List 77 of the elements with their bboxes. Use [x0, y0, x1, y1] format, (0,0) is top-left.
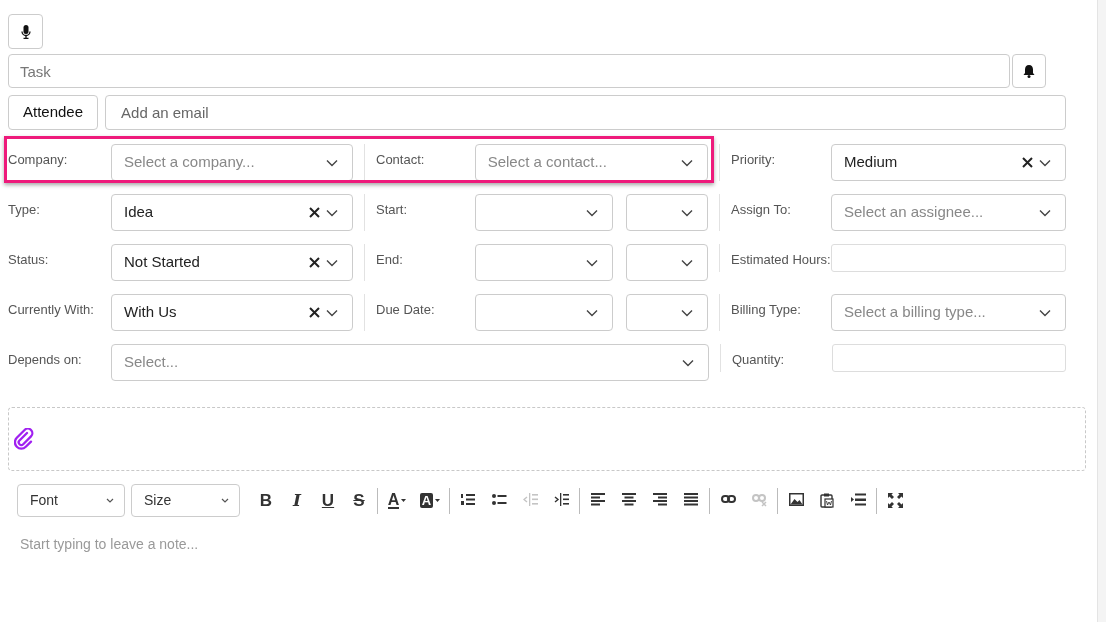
chevron-down-icon	[586, 258, 599, 267]
chevron-down-icon	[681, 308, 693, 317]
fullscreen-icon	[887, 493, 903, 508]
align-center-icon	[621, 493, 637, 508]
ordered-list-icon	[460, 493, 476, 508]
chevron-down-icon	[681, 208, 693, 217]
field-label: Priority:	[731, 151, 777, 169]
dropdown-select[interactable]: Idea	[111, 194, 353, 231]
field-label: Assign To:	[731, 201, 792, 219]
field-label: Quantity:	[732, 351, 786, 369]
font-dropdown[interactable]: Font	[17, 484, 125, 517]
field-label: Billing Type:	[731, 301, 802, 319]
field-label: Due Date:	[376, 301, 436, 319]
chevron-down-icon	[682, 358, 694, 367]
italic-button[interactable]: I	[282, 487, 312, 514]
chevron-down-icon	[326, 158, 338, 167]
email-field[interactable]: Add an email	[105, 95, 1066, 130]
field-label: Currently With:	[8, 301, 95, 319]
field-label: End:	[376, 251, 404, 269]
underline-button[interactable]: U	[313, 487, 343, 514]
notification-button[interactable]	[1012, 54, 1046, 88]
bold-button[interactable]: B	[251, 487, 281, 514]
chevron-down-icon	[1039, 208, 1051, 217]
text-color-button[interactable]: A	[381, 487, 413, 514]
indent-icon	[553, 493, 569, 508]
align-right-icon	[652, 493, 668, 508]
image-icon	[788, 493, 804, 508]
task-field[interactable]: Task	[8, 54, 1010, 88]
dropdown-select[interactable]: Medium	[831, 144, 1066, 181]
field-label: Company:	[8, 151, 69, 169]
field-label: Contact:	[376, 151, 426, 169]
bell-icon	[1023, 64, 1035, 78]
number-field[interactable]	[831, 244, 1066, 272]
dropdown-select[interactable]: Select a billing type...	[831, 294, 1066, 331]
field-label: Estimated Hours:	[731, 251, 831, 269]
chevron-down-icon	[1039, 158, 1051, 167]
dropdown-select[interactable]: Select a contact...	[474, 144, 708, 181]
chevron-down-icon	[586, 308, 599, 317]
chevron-down-icon	[586, 208, 599, 217]
number-field[interactable]	[832, 344, 1066, 372]
chevron-down-icon	[326, 208, 338, 217]
size-dropdown[interactable]: Size	[131, 484, 240, 517]
chevron-down-icon	[106, 498, 114, 503]
dropdown-select[interactable]: Not Started	[111, 244, 353, 281]
paperclip-icon	[14, 428, 34, 450]
field-label: Depends on:	[8, 351, 83, 369]
clear-icon[interactable]	[1022, 157, 1033, 168]
clear-icon[interactable]	[309, 257, 320, 268]
caret-icon	[435, 499, 441, 502]
chevron-down-icon	[681, 158, 693, 167]
clear-icon[interactable]	[309, 307, 320, 318]
chevron-down-icon	[221, 498, 229, 503]
caret-icon	[401, 499, 407, 502]
chevron-down-icon	[681, 258, 693, 267]
justify-icon	[683, 493, 699, 508]
dropdown-select[interactable]: Select a company...	[111, 144, 353, 181]
dropdown-select[interactable]: Select...	[111, 344, 709, 381]
outdent-icon	[522, 493, 538, 508]
clipboard-icon	[819, 493, 835, 508]
dropdown-select[interactable]: Select an assignee...	[831, 194, 1066, 231]
horizontal-rule-icon	[850, 493, 866, 508]
bullet-list-icon	[491, 493, 507, 508]
chevron-down-icon	[1039, 308, 1051, 317]
dropdown-select[interactable]: With Us	[111, 294, 353, 331]
chevron-down-icon	[326, 308, 338, 317]
field-label: Type:	[8, 201, 41, 219]
chevron-down-icon	[326, 258, 338, 267]
align-left-icon	[590, 493, 606, 508]
microphone-icon	[20, 24, 31, 39]
clear-icon[interactable]	[309, 207, 320, 218]
attendee-button[interactable]: Attendee	[8, 95, 99, 130]
field-label: Status:	[8, 251, 50, 269]
highlight-color-button[interactable]: A	[414, 487, 446, 514]
unlink-icon	[751, 493, 767, 508]
field-label: Start:	[376, 201, 409, 219]
microphone-button[interactable]	[8, 14, 43, 49]
strikethrough-button[interactable]: S	[344, 487, 374, 514]
